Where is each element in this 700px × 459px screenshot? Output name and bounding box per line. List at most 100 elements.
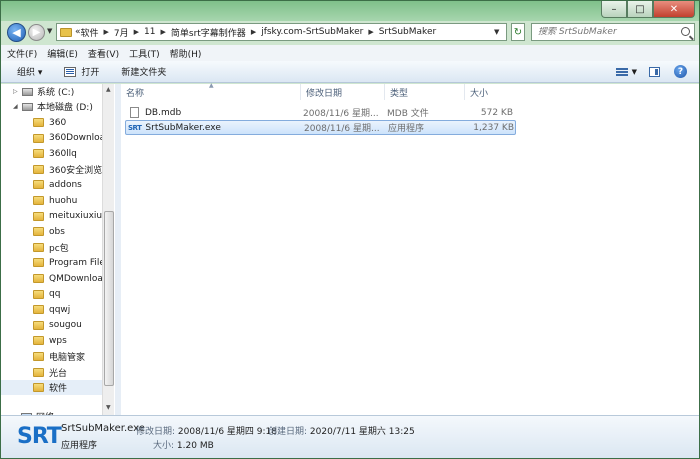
column-size[interactable]: 大小 (465, 84, 517, 100)
address-dropdown[interactable]: ▼ (494, 28, 499, 36)
refresh-button[interactable]: ↻ (511, 23, 525, 41)
maximize-button[interactable]: □ (627, 1, 653, 18)
menu-tools[interactable]: 工具(T) (129, 47, 160, 60)
preview-pane-icon[interactable] (649, 66, 660, 77)
breadcrumb-item[interactable]: SrtSubMaker (379, 27, 436, 37)
breadcrumb-item[interactable]: jfsky.com-SrtSubMaker (261, 27, 363, 37)
nav-folder-item[interactable]: QMDownload (1, 271, 109, 286)
breadcrumb-separator-icon[interactable]: ▶ (104, 28, 109, 36)
nav-folder-item[interactable]: obs (1, 224, 65, 239)
nav-folder-item[interactable]: 360Download (1, 131, 111, 146)
recent-pages-dropdown[interactable]: ▼ (47, 27, 52, 35)
file-size: 572 KB (480, 107, 513, 118)
file-type: MDB 文件 (387, 109, 429, 119)
nav-drive-d[interactable]: ◢ 本地磁盘 (D:) (13, 99, 93, 114)
details-size-label: 大小: (153, 441, 175, 451)
title-bar[interactable]: – □ ✕ (1, 1, 699, 21)
search-box[interactable] (531, 23, 695, 41)
view-options-icon[interactable] (615, 67, 628, 77)
file-name-cell: DB.mdb (125, 107, 301, 118)
column-date[interactable]: 修改日期 (301, 84, 385, 100)
nav-folder-label: wps (49, 335, 67, 346)
nav-drive-label: 系统 (C:) (37, 88, 75, 98)
details-created-value: 2020/7/11 星期六 13:25 (309, 427, 415, 437)
folder-icon (33, 336, 44, 346)
column-name[interactable]: ▲ 名称 (121, 82, 301, 100)
breadcrumb-item[interactable]: 11 (144, 27, 155, 37)
nav-folder-item[interactable]: Program Files (1, 255, 110, 270)
expand-arrow-icon[interactable]: ▷ (13, 88, 22, 95)
nav-scrollbar[interactable]: ▲ ▼ (102, 84, 114, 415)
collapse-arrow-icon[interactable]: ◢ (13, 103, 22, 110)
caption-buttons: – □ ✕ (601, 1, 695, 18)
details-modified: 修改日期: 2008/11/6 星期四 9:18 (136, 424, 277, 437)
file-size: 1,237 KB (473, 122, 514, 133)
details-size: 大小: 1.20 MB (153, 438, 214, 451)
nav-folder-item[interactable]: sougou (1, 318, 82, 333)
forward-button[interactable]: ▶ (28, 24, 45, 41)
folder-icon (33, 305, 44, 315)
nav-folder-item[interactable]: addons (1, 177, 82, 192)
nav-folder-item[interactable]: qq (1, 287, 60, 302)
open-button-label: 打开 (81, 68, 100, 78)
folder-icon (33, 367, 44, 377)
document-icon (130, 107, 139, 118)
nav-drive-label: 本地磁盘 (D:) (37, 103, 93, 113)
breadcrumb-item[interactable]: 简单srt字幕制作器 (171, 26, 246, 39)
breadcrumb-separator-icon[interactable]: ▶ (251, 28, 256, 36)
search-icon[interactable] (681, 27, 690, 36)
back-button[interactable]: ◀ (7, 23, 26, 42)
nav-folder-label: qq (49, 289, 61, 300)
details-modified-value: 2008/11/6 星期四 9:18 (177, 427, 278, 437)
scroll-down-icon[interactable]: ▼ (106, 404, 111, 411)
folder-icon (33, 227, 44, 237)
help-icon[interactable]: ? (674, 65, 687, 78)
nav-folder-item[interactable]: 电脑管家 (1, 349, 85, 364)
nav-folder-item[interactable]: 360安全浏览器 (1, 162, 111, 177)
nav-folder-item[interactable]: qqwj (1, 302, 70, 317)
navigation-pane: ▷ 系统 (C:) ◢ 本地磁盘 (D:) 360 360Download 360l… (1, 84, 115, 415)
nav-folder-item[interactable]: huohu (1, 193, 77, 208)
file-row-selected[interactable]: SRT SrtSubMaker.exe 2008/11/6 星期... 应用程序… (125, 120, 516, 135)
breadcrumb-separator-icon[interactable]: ▶ (368, 28, 373, 36)
srt-app-large-icon: SRT (17, 424, 62, 449)
menu-edit[interactable]: 编辑(E) (47, 47, 78, 60)
details-created-label: 创建日期: (268, 427, 308, 437)
breadcrumb-item[interactable]: 7月 (114, 26, 129, 39)
nav-scrollbar-thumb[interactable] (104, 211, 114, 386)
file-row[interactable]: DB.mdb 2008/11/6 星期... MDB 文件 572 KB (125, 105, 516, 120)
organize-button[interactable]: 组织 ▾ (17, 65, 42, 78)
nav-folder-label: 电脑管家 (49, 353, 86, 363)
address-bar[interactable]: « 软件 ▶ 7月 ▶ 11 ▶ 简单srt字幕制作器 ▶ jfsky.com-SrtS… (56, 23, 507, 41)
nav-folder-item[interactable]: 软件 (1, 380, 102, 396)
details-file-name: SrtSubMaker.exe (61, 423, 145, 434)
nav-folder-item[interactable]: meituxiuxiu (1, 209, 102, 224)
nav-drive-c[interactable]: ▷ 系统 (C:) (13, 84, 74, 99)
nav-folder-item[interactable]: pc包 (1, 240, 69, 255)
scroll-up-icon[interactable]: ▲ (106, 86, 111, 93)
view-options-dropdown[interactable]: ▼ (632, 68, 637, 76)
nav-folder-item[interactable]: 光台 (1, 365, 67, 380)
nav-folder-item[interactable]: 360 (1, 115, 66, 130)
column-type[interactable]: 类型 (385, 84, 465, 100)
breadcrumb-item[interactable]: 软件 (81, 26, 99, 39)
menu-view[interactable]: 查看(V) (88, 47, 119, 60)
folder-icon (33, 383, 44, 393)
breadcrumb-separator-icon[interactable]: ▶ (134, 28, 139, 36)
open-button[interactable]: 打开 (64, 65, 99, 78)
nav-folder-label: 360llq (49, 148, 77, 159)
nav-folder-item[interactable]: wps (1, 333, 67, 348)
nav-folder-item[interactable]: 360llq (1, 146, 77, 161)
menu-help[interactable]: 帮助(H) (170, 47, 202, 60)
close-button[interactable]: ✕ (653, 1, 695, 18)
folder-icon (33, 242, 44, 252)
file-date: 2008/11/6 星期... (303, 109, 379, 119)
folder-icon (33, 274, 44, 283)
minimize-button[interactable]: – (601, 1, 627, 18)
search-input[interactable] (538, 27, 676, 37)
breadcrumb-separator-icon[interactable]: ▶ (161, 28, 166, 36)
folder-icon (33, 211, 44, 221)
nav-folder-label: meituxiuxiu (49, 211, 103, 222)
new-folder-button[interactable]: 新建文件夹 (121, 65, 166, 78)
menu-file[interactable]: 文件(F) (7, 47, 37, 60)
